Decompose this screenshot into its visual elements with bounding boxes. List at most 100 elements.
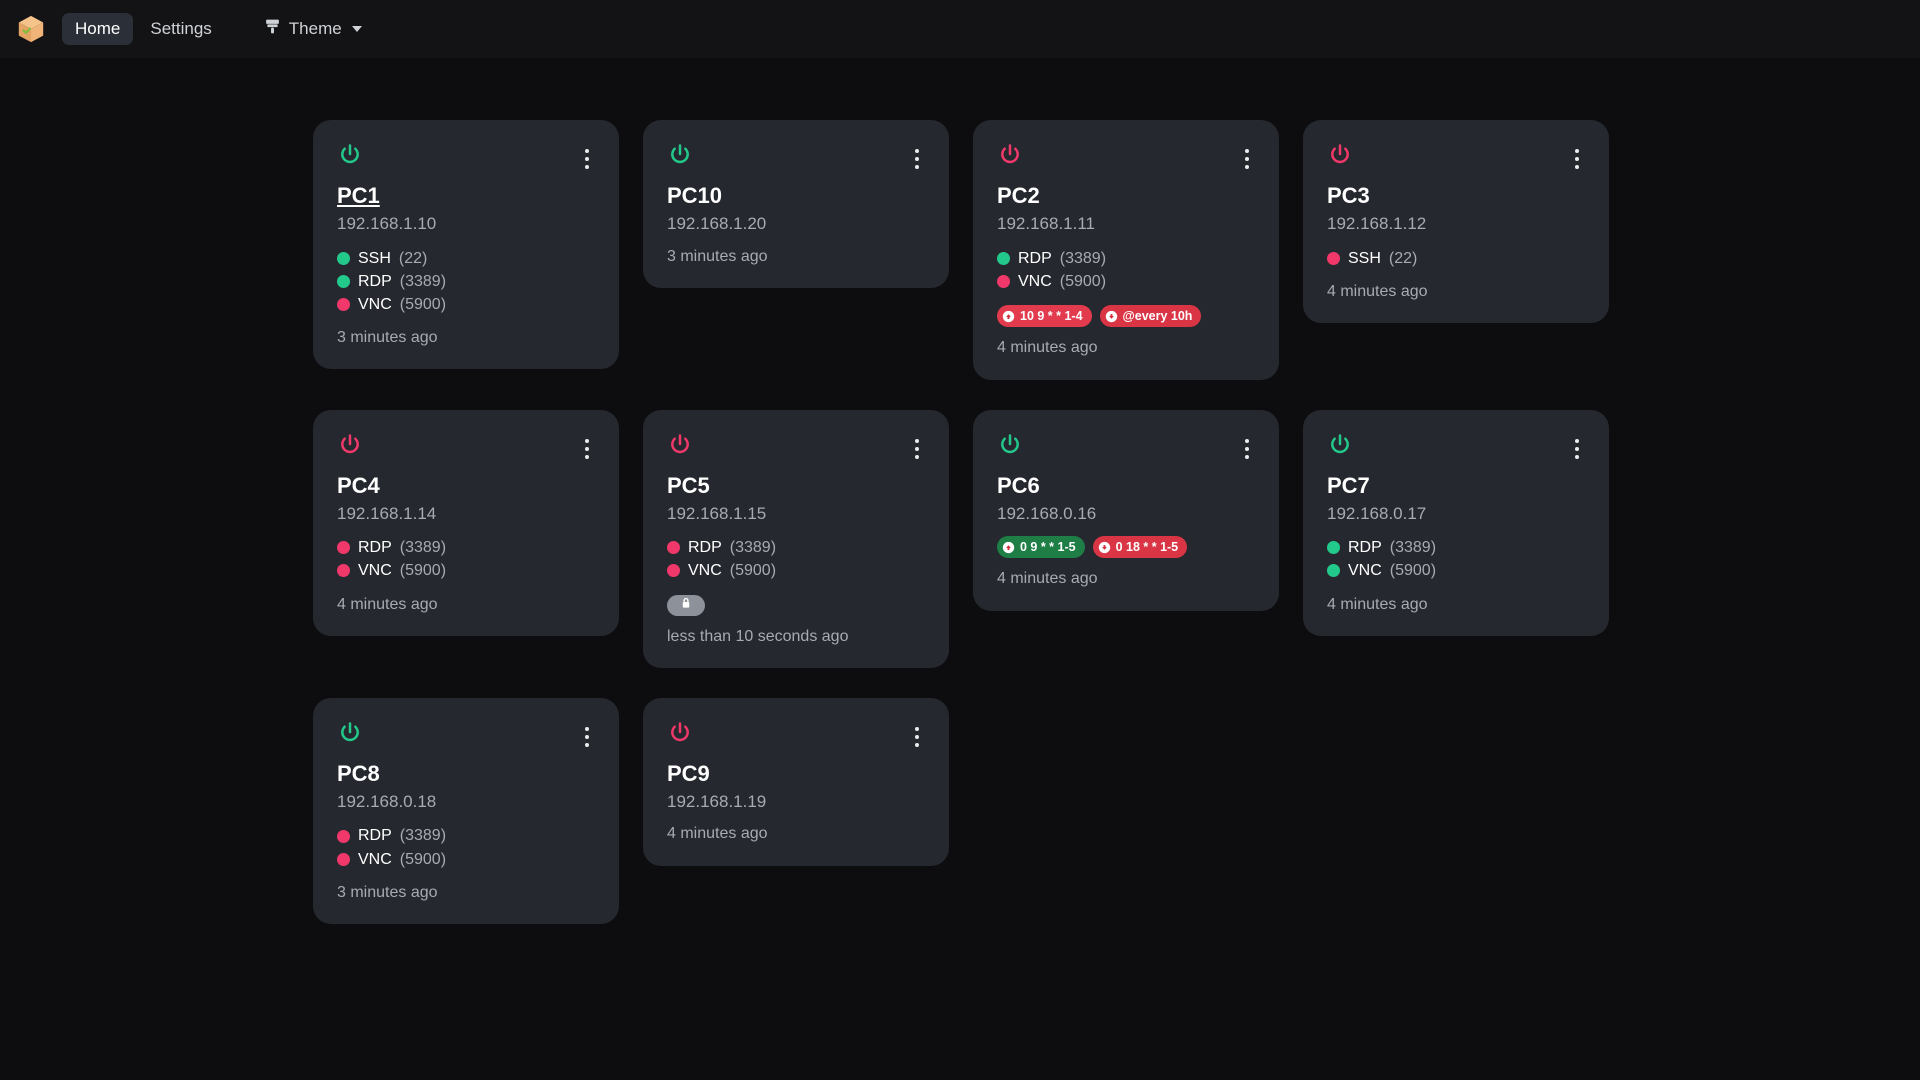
pc-card[interactable]: PC7192.168.0.17RDP(3389)VNC(5900)4 minut… — [1303, 410, 1609, 636]
schedule-badge[interactable]: @every 10h — [1100, 305, 1202, 327]
last-seen-timestamp: 4 minutes ago — [997, 569, 1255, 588]
pc-card[interactable]: PC6192.168.0.160 9 * * 1-50 18 * * 1-54 … — [973, 410, 1279, 611]
schedule-badge[interactable]: 0 9 * * 1-5 — [997, 536, 1085, 558]
power-icon[interactable] — [667, 720, 693, 751]
schedule-badge-label: 0 9 * * 1-5 — [1020, 539, 1076, 555]
pc-card-cell: PC8192.168.0.18RDP(3389)VNC(5900)3 minut… — [313, 698, 643, 954]
service-port: (3389) — [400, 536, 446, 559]
card-menu-button[interactable] — [1239, 145, 1255, 173]
pc-card-header — [337, 432, 595, 463]
service-status-dot — [337, 830, 350, 843]
pc-card-cell: PC7192.168.0.17RDP(3389)VNC(5900)4 minut… — [1303, 410, 1633, 698]
power-icon[interactable] — [997, 142, 1023, 173]
service-port: (3389) — [1060, 247, 1106, 270]
service-port: (5900) — [730, 559, 776, 582]
service-status-dot — [337, 252, 350, 265]
service-port: (5900) — [1390, 559, 1436, 582]
pc-name: PC9 — [667, 761, 710, 786]
pc-card-header — [667, 432, 925, 463]
power-icon[interactable] — [667, 142, 693, 173]
pc-name: PC2 — [997, 183, 1040, 208]
service-row: SSH(22) — [1327, 247, 1585, 270]
card-menu-button[interactable] — [909, 435, 925, 463]
service-list: SSH(22)RDP(3389)VNC(5900) — [337, 247, 595, 317]
power-off-arrow-icon — [1105, 310, 1118, 323]
pc-card[interactable]: PC1192.168.1.10SSH(22)RDP(3389)VNC(5900)… — [313, 120, 619, 369]
pc-card-header — [337, 720, 595, 751]
paint-brush-icon — [264, 18, 281, 40]
service-status-dot — [997, 252, 1010, 265]
card-menu-button[interactable] — [1239, 435, 1255, 463]
nav-link-home[interactable]: Home — [62, 13, 133, 46]
service-port: (3389) — [400, 270, 446, 293]
package-box-icon[interactable] — [14, 12, 48, 46]
pc-card-header — [337, 142, 595, 173]
pc-card-cell: PC4192.168.1.14RDP(3389)VNC(5900)4 minut… — [313, 410, 643, 698]
lock-toggle[interactable] — [667, 595, 705, 616]
pc-card-header — [667, 142, 925, 173]
schedule-badge-row: 10 9 * * 1-4 @every 10h — [997, 305, 1255, 327]
card-menu-button[interactable] — [579, 145, 595, 173]
chevron-down-icon — [352, 26, 362, 32]
schedule-badge-row: 0 9 * * 1-5 0 18 * * 1-5 — [997, 536, 1255, 558]
last-seen-timestamp: less than 10 seconds ago — [667, 627, 925, 646]
nav-link-settings[interactable]: Settings — [137, 13, 224, 46]
pc-name: PC10 — [667, 183, 722, 208]
service-row: VNC (5900) — [667, 559, 925, 582]
pc-ip-address: 192.168.0.17 — [1327, 504, 1585, 524]
service-row: RDP(3389) — [337, 824, 595, 847]
pc-ip-address: 192.168.1.20 — [667, 214, 925, 234]
pc-card[interactable]: PC10192.168.1.203 minutes ago — [643, 120, 949, 288]
service-status-dot — [997, 275, 1010, 288]
pc-card[interactable]: PC8192.168.0.18RDP(3389)VNC(5900)3 minut… — [313, 698, 619, 924]
last-seen-timestamp: 3 minutes ago — [337, 883, 595, 902]
card-menu-button[interactable] — [579, 435, 595, 463]
service-name: VNC — [688, 559, 722, 582]
service-row: RDP(3389) — [1327, 536, 1585, 559]
pc-ip-address: 192.168.0.18 — [337, 792, 595, 812]
pc-name: PC5 — [667, 473, 710, 498]
pc-ip-address: 192.168.1.15 — [667, 504, 925, 524]
service-list: RDP(3389)VNC(5900) — [997, 247, 1255, 293]
service-name: RDP — [688, 536, 722, 559]
pc-card[interactable]: PC9192.168.1.194 minutes ago — [643, 698, 949, 866]
card-menu-button[interactable] — [1569, 145, 1585, 173]
service-port: (5900) — [400, 848, 446, 871]
pc-name: PC8 — [337, 761, 380, 786]
pc-name[interactable]: PC1 — [337, 183, 380, 208]
card-menu-button[interactable] — [909, 145, 925, 173]
service-row: RDP(3389) — [337, 536, 595, 559]
pc-ip-address: 192.168.1.19 — [667, 792, 925, 812]
power-icon[interactable] — [337, 142, 363, 173]
pc-card-cell: PC10192.168.1.203 minutes ago — [643, 120, 973, 410]
power-on-arrow-icon — [1002, 310, 1015, 323]
power-icon[interactable] — [997, 432, 1023, 463]
card-menu-button[interactable] — [909, 723, 925, 751]
schedule-badge[interactable]: 0 18 * * 1-5 — [1093, 536, 1188, 558]
service-list: SSH(22) — [1327, 247, 1585, 270]
pc-card[interactable]: PC4192.168.1.14RDP(3389)VNC(5900)4 minut… — [313, 410, 619, 636]
power-icon[interactable] — [1327, 142, 1353, 173]
card-menu-button[interactable] — [579, 723, 595, 751]
pc-card[interactable]: PC5 192.168.1.15 RDP(3389)VNC (5900) less th… — [643, 410, 949, 668]
power-icon[interactable] — [667, 432, 693, 463]
service-row: RDP(3389) — [997, 247, 1255, 270]
power-icon[interactable] — [1327, 432, 1353, 463]
pc-card-cell: PC1192.168.1.10SSH(22)RDP(3389)VNC(5900)… — [313, 120, 643, 410]
power-icon[interactable] — [337, 432, 363, 463]
theme-dropdown[interactable]: Theme — [251, 11, 375, 47]
schedule-badge[interactable]: 10 9 * * 1-4 — [997, 305, 1092, 327]
service-status-dot — [1327, 541, 1340, 554]
schedule-badge-label: 10 9 * * 1-4 — [1020, 308, 1083, 324]
service-port: (5900) — [400, 559, 446, 582]
service-status-dot — [337, 298, 350, 311]
power-icon[interactable] — [337, 720, 363, 751]
card-menu-button[interactable] — [1569, 435, 1585, 463]
service-name: RDP — [358, 824, 392, 847]
service-status-dot — [1327, 564, 1340, 577]
service-name: RDP — [1348, 536, 1382, 559]
service-row: RDP(3389) — [667, 536, 925, 559]
pc-card[interactable]: PC2192.168.1.11RDP(3389)VNC(5900)10 9 * … — [973, 120, 1279, 380]
theme-label: Theme — [289, 19, 342, 39]
pc-card[interactable]: PC3192.168.1.12SSH(22)4 minutes ago — [1303, 120, 1609, 323]
